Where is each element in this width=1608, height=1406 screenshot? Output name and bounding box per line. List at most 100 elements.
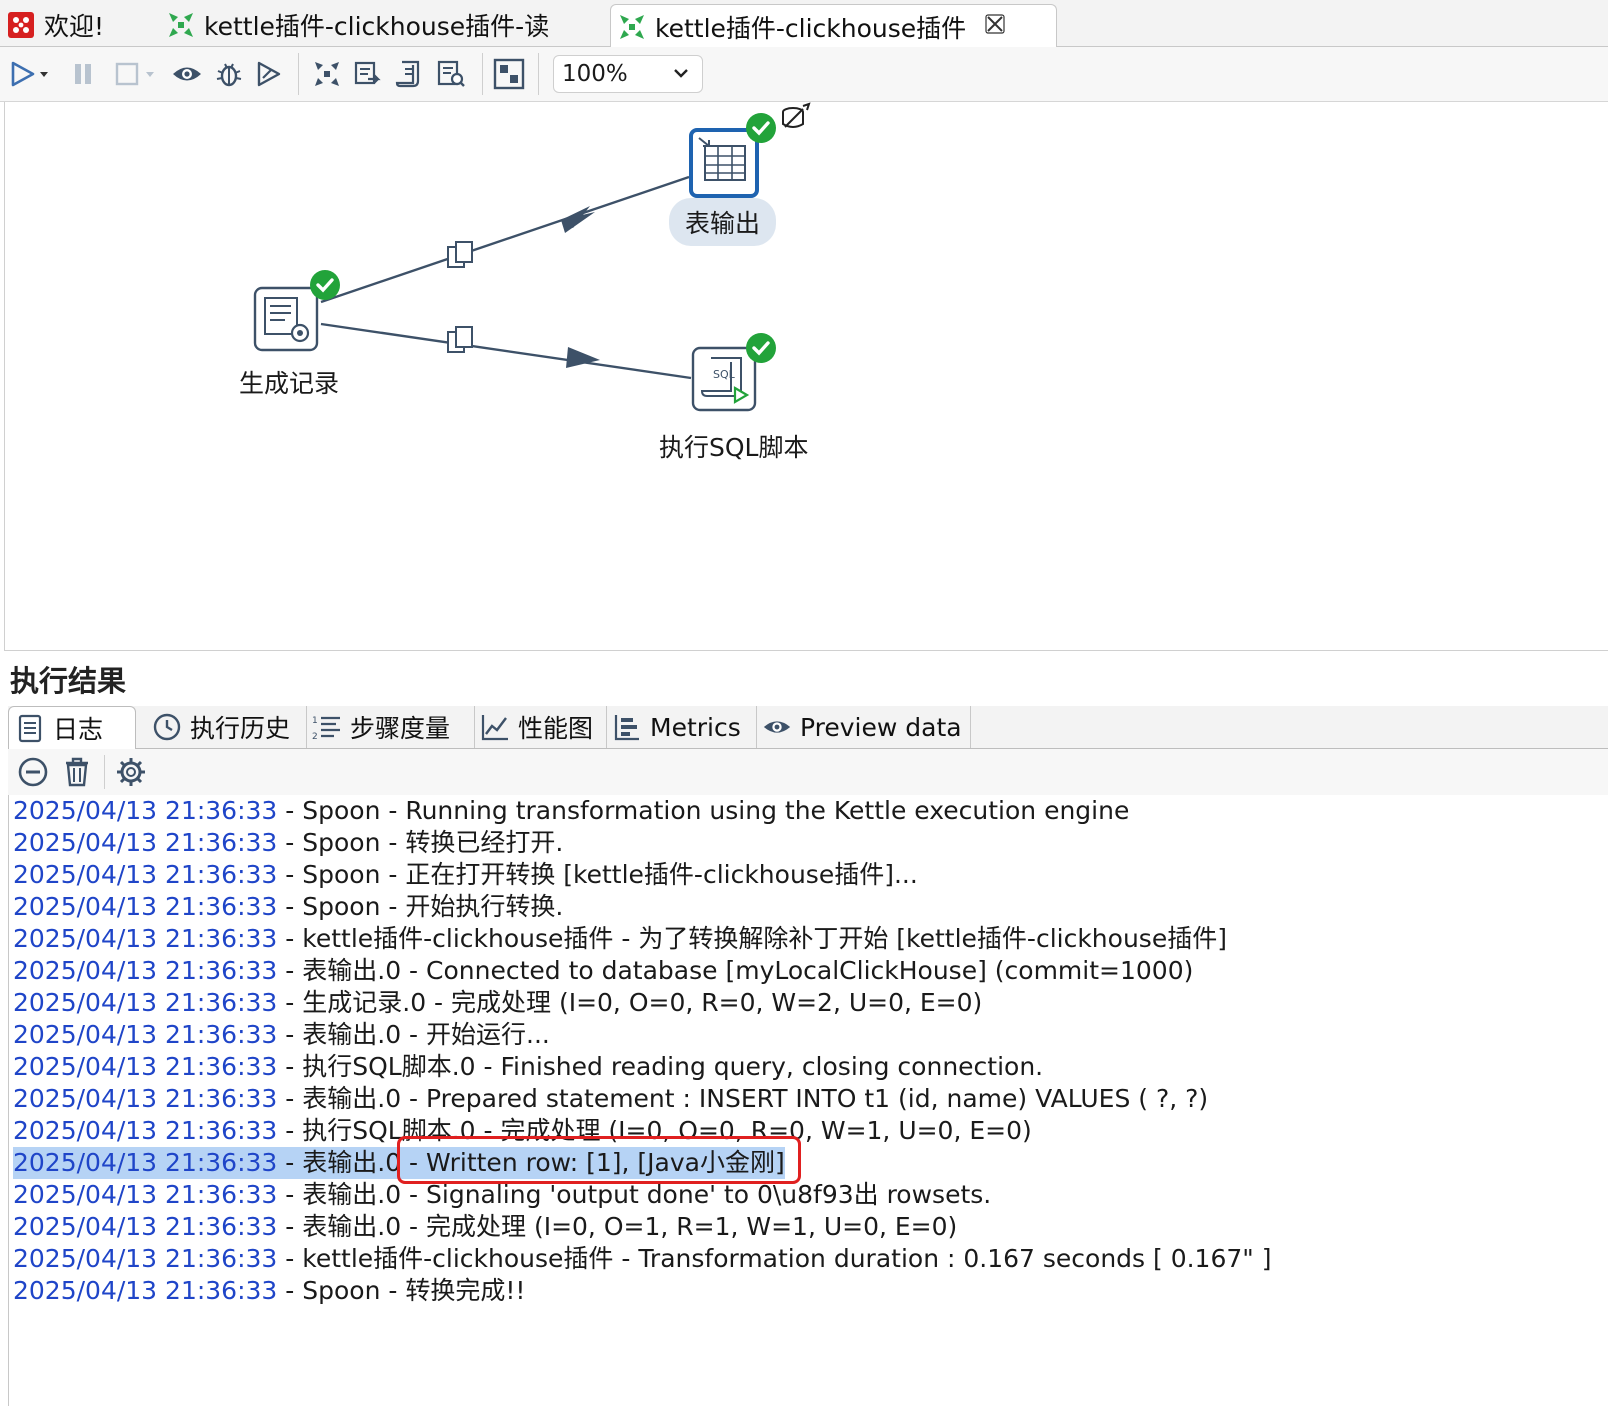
editor-tab-bar: 欢迎! kettle插件-clickhouse插件-读 kettle插件-cli… (0, 0, 1608, 48)
step-metrics-icon: 12 (312, 712, 342, 742)
transformation-icon (166, 10, 196, 40)
annotation-highlight-box (397, 1136, 801, 1184)
tab-label: 执行历史 (190, 714, 291, 743)
hop-generate-to-output[interactable] (320, 175, 690, 304)
log-message: - 表输出.0 - Connected to database [myLocal… (277, 956, 1194, 985)
log-timestamp: 2025/04/13 21:36:33 (13, 1180, 278, 1209)
debug-icon[interactable] (212, 57, 246, 91)
stop-icon[interactable] (110, 57, 144, 91)
transformation-canvas[interactable]: 表输出 生成记录 SQL 执行SQL脚本 (4, 102, 1608, 651)
log-timestamp: 2025/04/13 21:36:33 (13, 1244, 278, 1273)
hop-generate-to-sql[interactable] (320, 322, 692, 380)
tab-label: 步骤度量 (350, 714, 451, 743)
log-message: - Spoon - Running transformation using t… (277, 796, 1130, 825)
clock-icon (152, 712, 182, 742)
log-timestamp: 2025/04/13 21:36:33 (13, 1116, 278, 1145)
success-check-icon (745, 112, 777, 148)
tab-preview-data[interactable]: Preview data (756, 706, 971, 748)
preview-eye-icon (762, 712, 792, 742)
log-text-area[interactable]: 2025/04/13 21:36:33 - Spoon - Running tr… (8, 795, 1608, 1406)
clear-log-icon[interactable] (16, 755, 50, 789)
close-tab-icon[interactable] (984, 13, 1006, 41)
replay-icon[interactable] (252, 57, 286, 91)
step-label: 表输出 (669, 198, 777, 246)
log-line: 2025/04/13 21:36:33 - Spoon - 转换完成!! (13, 1275, 525, 1307)
explore-database-icon[interactable] (434, 57, 468, 91)
log-message: - Spoon - 转换完成!! (277, 1276, 526, 1305)
tab-label: kettle插件-clickhouse插件 (655, 13, 967, 43)
tab-execution-history[interactable]: 执行历史 (146, 706, 307, 748)
results-pane-title: 执行结果 (10, 664, 127, 698)
log-timestamp: 2025/04/13 21:36:33 (13, 796, 278, 825)
step-label: 执行SQL脚本 (659, 433, 809, 462)
log-message: - kettle插件-clickhouse插件 - Transformation… (277, 1244, 1272, 1273)
log-line: 2025/04/13 21:36:33 - 执行SQL脚本.0 - Finish… (13, 1051, 1043, 1083)
impact-analysis-icon[interactable] (350, 57, 384, 91)
success-check-icon (745, 332, 777, 368)
trash-icon[interactable] (60, 755, 94, 789)
zoom-select[interactable]: 100% (553, 55, 703, 93)
tab-label: Metrics (650, 712, 741, 742)
tab-performance-chart[interactable]: 性能图 (474, 706, 607, 748)
tab-step-metrics[interactable]: 12 步骤度量 (306, 706, 475, 748)
tab-label: Preview data (800, 712, 962, 742)
verify-icon[interactable] (310, 57, 344, 91)
log-timestamp: 2025/04/13 21:36:33 (13, 956, 278, 985)
log-toolbar (8, 749, 1608, 796)
success-check-icon (309, 269, 341, 305)
run-icon[interactable] (6, 57, 40, 91)
svg-text:SQL: SQL (713, 368, 736, 381)
log-message: - Spoon - 开始执行转换. (277, 892, 564, 921)
log-timestamp: 2025/04/13 21:36:33 (13, 892, 278, 921)
svg-text:2: 2 (312, 732, 318, 742)
tab-metrics[interactable]: Metrics (606, 706, 757, 748)
log-line: 2025/04/13 21:36:33 - 生成记录.0 - 完成处理 (I=0… (13, 987, 982, 1019)
log-message: - 生成记录.0 - 完成处理 (I=0, O=0, R=0, W=2, U=0… (277, 988, 983, 1017)
log-message: - 表输出.0 - Signaling 'output done' to 0\u… (277, 1180, 992, 1209)
tab-welcome[interactable]: 欢迎! (0, 4, 155, 46)
log-timestamp: 2025/04/13 21:36:33 (13, 1212, 278, 1241)
log-message: - Spoon - 正在打开转换 [kettle插件-clickhouse插件]… (277, 860, 918, 889)
log-timestamp: 2025/04/13 21:36:33 (13, 860, 278, 889)
step-label: 生成记录 (239, 369, 340, 398)
tab-label: kettle插件-clickhouse插件-读 (204, 12, 550, 41)
show-results-icon[interactable] (492, 57, 526, 91)
log-message: - 表输出.0 - 开始运行... (277, 1020, 550, 1049)
log-timestamp: 2025/04/13 21:36:33 (13, 924, 278, 953)
gear-icon[interactable] (114, 755, 148, 789)
log-line: 2025/04/13 21:36:33 - 表输出.0 - Prepared s… (13, 1083, 1208, 1115)
stop-dropdown-icon[interactable] (142, 57, 158, 91)
log-line: 2025/04/13 21:36:33 - Spoon - Running tr… (13, 795, 1129, 827)
tab-label: 日志 (53, 715, 104, 744)
database-loading-icon (779, 102, 813, 138)
log-line: 2025/04/13 21:36:33 - 表输出.0 - 完成处理 (I=0,… (13, 1211, 957, 1243)
generate-sql-icon[interactable] (392, 57, 426, 91)
log-message: - 表输出.0 - 完成处理 (I=0, O=1, R=1, W=1, U=0,… (277, 1212, 958, 1241)
run-dropdown-icon[interactable] (36, 57, 52, 91)
transformation-icon (617, 12, 647, 42)
log-line: 2025/04/13 21:36:33 - 表输出.0 - Connected … (13, 955, 1193, 987)
log-message: - 执行SQL脚本.0 - Finished reading query, cl… (277, 1052, 1044, 1081)
pause-icon[interactable] (66, 57, 100, 91)
results-tab-bar: 日志 执行历史 12 步骤度量 性能图 Metrics Preview data (8, 706, 1608, 750)
metrics-icon (612, 712, 642, 742)
preview-eye-icon[interactable] (170, 57, 204, 91)
log-message: - kettle插件-clickhouse插件 - 为了转换解除补丁开始 [ke… (277, 924, 1227, 953)
tab-log[interactable]: 日志 (8, 706, 136, 750)
log-timestamp: 2025/04/13 21:36:33 (13, 1276, 278, 1305)
tab-transformation-read[interactable]: kettle插件-clickhouse插件-读 (160, 4, 605, 46)
tab-label: 欢迎! (44, 12, 105, 41)
log-line: 2025/04/13 21:36:33 - kettle插件-clickhous… (13, 923, 1227, 955)
log-message: - Spoon - 转换已经打开. (277, 828, 564, 857)
tab-transformation-active[interactable]: kettle插件-clickhouse插件 (610, 4, 1057, 48)
log-timestamp: 2025/04/13 21:36:33 (13, 988, 278, 1017)
spoon-logo-icon (6, 10, 36, 40)
log-line: 2025/04/13 21:36:33 - kettle插件-clickhous… (13, 1243, 1271, 1275)
log-message: - 表输出.0 - Prepared statement : INSERT IN… (277, 1084, 1209, 1113)
copy-rows-icon (447, 241, 473, 268)
svg-text:1: 1 (312, 716, 318, 726)
log-timestamp: 2025/04/13 21:36:33 (13, 828, 278, 857)
log-icon (15, 713, 45, 743)
log-line: 2025/04/13 21:36:33 - Spoon - 转换已经打开. (13, 827, 563, 859)
log-timestamp: 2025/04/13 21:36:33 (13, 1052, 278, 1081)
